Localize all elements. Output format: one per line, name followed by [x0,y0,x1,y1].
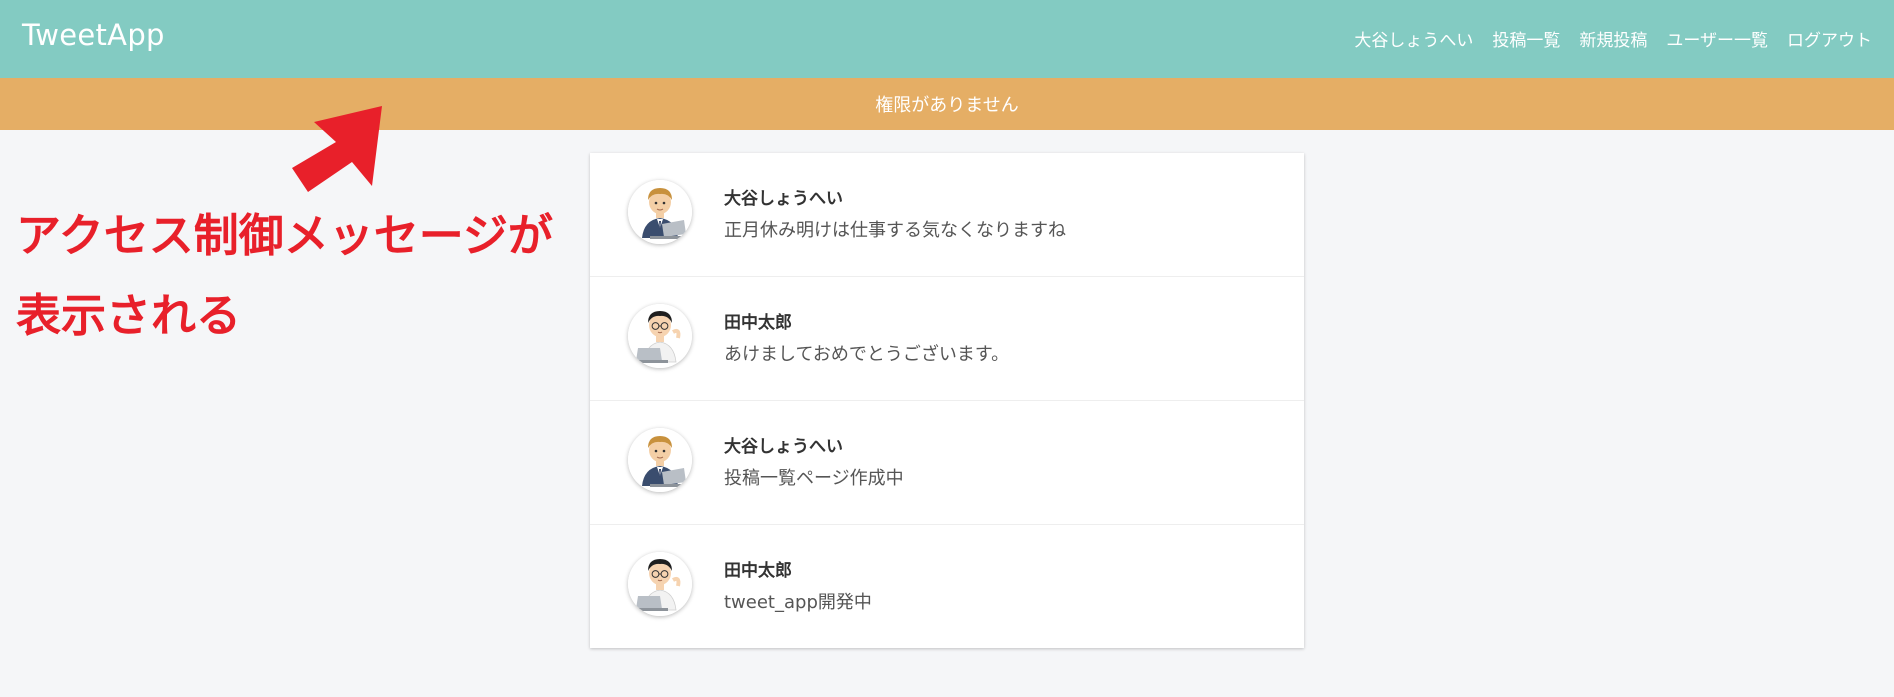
post-content: 投稿一覧ページ作成中 [724,468,904,489]
avatar[interactable] [628,552,692,616]
main-nav: 大谷しょうへい 投稿一覧 新規投稿 ユーザー一覧 ログアウト [1354,26,1872,51]
post-user-name[interactable]: 田中太郎 [724,308,792,333]
annotation-line-1: アクセス制御メッセージが [16,209,553,262]
post-user-name[interactable]: 田中太郎 [724,556,792,581]
post-user-name[interactable]: 大谷しょうへい [724,432,843,457]
glasses-man-laptop-icon [628,304,692,368]
nav-link-new-post[interactable]: 新規投稿 [1579,26,1647,51]
header-bar: TweetApp 大谷しょうへい 投稿一覧 新規投稿 ユーザー一覧 ログアウト [0,0,1894,78]
nav-link-user-profile[interactable]: 大谷しょうへい [1354,26,1473,51]
post-content: tweet_app開発中 [724,592,872,613]
businessman-laptop-icon [628,428,692,492]
app-logo[interactable]: TweetApp [22,18,165,52]
post-item[interactable]: 大谷しょうへい 正月休み明けは仕事する気なくなりますね [590,153,1304,277]
post-content: 正月休み明けは仕事する気なくなりますね [724,220,1066,241]
annotation-line-2: 表示される [16,289,242,342]
businessman-laptop-icon [628,180,692,244]
nav-link-logout[interactable]: ログアウト [1787,26,1872,51]
post-list: 大谷しょうへい 正月休み明けは仕事する気なくなりますね 田中太郎 あけましておめ… [590,153,1304,648]
annotation-text: アクセス制御メッセージが 表示される [16,196,553,356]
avatar[interactable] [628,304,692,368]
avatar[interactable] [628,180,692,244]
post-content: あけましておめでとうございます。 [724,344,1010,365]
post-user-name[interactable]: 大谷しょうへい [724,184,843,209]
post-item[interactable]: 大谷しょうへい 投稿一覧ページ作成中 [590,401,1304,525]
avatar[interactable] [628,428,692,492]
glasses-man-laptop-icon [628,552,692,616]
post-item[interactable]: 田中太郎 tweet_app開発中 [590,525,1304,648]
post-item[interactable]: 田中太郎 あけましておめでとうございます。 [590,277,1304,401]
nav-link-posts[interactable]: 投稿一覧 [1492,26,1560,51]
flash-message: 権限がありません [0,78,1894,130]
annotation-arrow-icon [292,106,382,192]
nav-link-users[interactable]: ユーザー一覧 [1666,26,1768,51]
